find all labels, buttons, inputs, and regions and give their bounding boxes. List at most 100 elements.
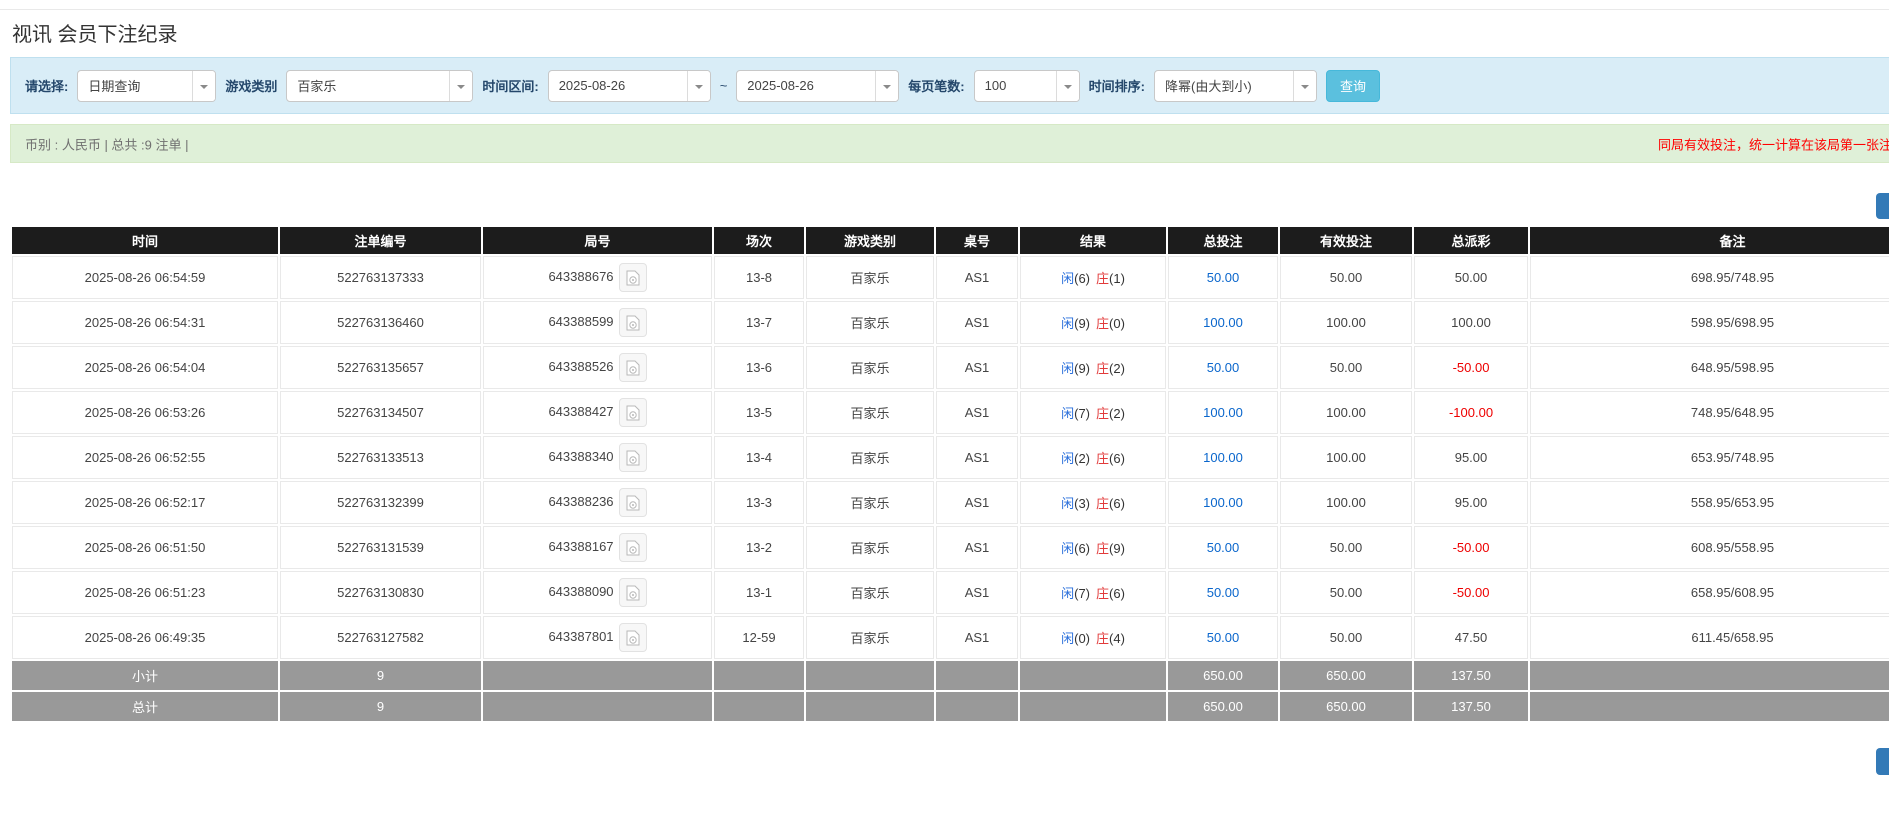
payout-value: -50.00 xyxy=(1453,360,1490,375)
result-player-count: (0) xyxy=(1074,631,1090,646)
video-replay-icon[interactable] xyxy=(619,623,647,652)
result-banker-label: 庄 xyxy=(1096,451,1109,466)
payout-value: 95.00 xyxy=(1455,450,1488,465)
result-player-count: (7) xyxy=(1074,586,1090,601)
cell-session: 13-3 xyxy=(714,481,804,524)
date-to-value: 2025-08-26 xyxy=(737,71,875,101)
cell-total-bet: 100.00 xyxy=(1168,436,1278,479)
cell-valid-bet: 100.00 xyxy=(1280,436,1412,479)
header-round-no: 局号 xyxy=(483,227,712,254)
payout-value: -50.00 xyxy=(1453,540,1490,555)
cell-table: AS1 xyxy=(936,436,1018,479)
cell-round-no: 643388236 xyxy=(483,481,712,524)
valid-bet-notice: 同局有效投注，统一计算在该局第一张注单内 xyxy=(1658,134,1889,153)
video-replay-icon[interactable] xyxy=(619,533,647,562)
time-sort-select[interactable]: 降幂(由大到小) xyxy=(1154,70,1317,102)
total-valid-bet: 650.00 xyxy=(1280,692,1412,721)
cell-valid-bet: 50.00 xyxy=(1280,346,1412,389)
cell-bet-no: 522763130830 xyxy=(280,571,481,614)
cell-remark: 611.45/658.95 xyxy=(1530,616,1889,659)
date-from-select[interactable]: 2025-08-26 xyxy=(548,70,711,102)
export-button-bottom[interactable] xyxy=(1876,748,1889,775)
chevron-down-icon[interactable] xyxy=(449,71,472,101)
cell-round-no: 643387801 xyxy=(483,616,712,659)
chevron-down-icon[interactable] xyxy=(687,71,710,101)
cell-table: AS1 xyxy=(936,571,1018,614)
video-replay-icon[interactable] xyxy=(619,488,647,517)
total-bet-link[interactable]: 50.00 xyxy=(1207,585,1240,600)
chevron-down-icon[interactable] xyxy=(1056,71,1079,101)
query-type-select[interactable]: 日期查询 xyxy=(77,70,216,102)
cell-total-bet: 50.00 xyxy=(1168,616,1278,659)
table-row: 2025-08-26 06:51:23 522763130830 6433880… xyxy=(12,571,1889,614)
result-player-count: (3) xyxy=(1074,496,1090,511)
video-replay-icon[interactable] xyxy=(619,308,647,337)
cell-payout: -50.00 xyxy=(1414,526,1528,569)
cell-game: 百家乐 xyxy=(806,301,934,344)
video-replay-icon[interactable] xyxy=(619,398,647,427)
cell-bet-no: 522763134507 xyxy=(280,391,481,434)
subtotal-count: 9 xyxy=(280,661,481,690)
cell-valid-bet: 100.00 xyxy=(1280,481,1412,524)
game-category-value: 百家乐 xyxy=(287,71,449,101)
video-replay-icon[interactable] xyxy=(619,578,647,607)
chevron-down-icon[interactable] xyxy=(875,71,898,101)
result-banker-label: 庄 xyxy=(1096,586,1109,601)
cell-bet-no: 522763133513 xyxy=(280,436,481,479)
result-player-label: 闲 xyxy=(1061,631,1074,646)
header-time: 时间 xyxy=(12,227,278,254)
total-bet-link[interactable]: 100.00 xyxy=(1203,405,1243,420)
video-replay-icon[interactable] xyxy=(619,443,647,472)
cell-time: 2025-08-26 06:49:35 xyxy=(12,616,278,659)
video-replay-icon[interactable] xyxy=(619,263,647,292)
cell-result: 闲(0)庄(4) xyxy=(1020,616,1166,659)
search-button[interactable]: 查询 xyxy=(1326,70,1380,102)
query-type-label: 请选择: xyxy=(25,76,68,95)
table-header-row: 时间 注单编号 局号 场次 游戏类别 桌号 结果 总投注 有效投注 总派彩 备注 xyxy=(12,227,1889,254)
cell-payout: -50.00 xyxy=(1414,346,1528,389)
result-player-label: 闲 xyxy=(1061,451,1074,466)
total-bet-link[interactable]: 50.00 xyxy=(1207,630,1240,645)
cell-valid-bet: 100.00 xyxy=(1280,301,1412,344)
date-to-select[interactable]: 2025-08-26 xyxy=(736,70,899,102)
cell-game: 百家乐 xyxy=(806,256,934,299)
total-bet-link[interactable]: 100.00 xyxy=(1203,450,1243,465)
total-bet-link[interactable]: 50.00 xyxy=(1207,360,1240,375)
cell-bet-no: 522763131539 xyxy=(280,526,481,569)
cell-round-no: 643388427 xyxy=(483,391,712,434)
cell-valid-bet: 50.00 xyxy=(1280,616,1412,659)
result-banker-label: 庄 xyxy=(1096,361,1109,376)
cell-game: 百家乐 xyxy=(806,391,934,434)
cell-session: 13-7 xyxy=(714,301,804,344)
cell-bet-no: 522763136460 xyxy=(280,301,481,344)
payout-value: 95.00 xyxy=(1455,495,1488,510)
cell-game: 百家乐 xyxy=(806,526,934,569)
chevron-down-icon[interactable] xyxy=(192,71,215,101)
export-button-top[interactable] xyxy=(1876,193,1889,219)
query-type-value: 日期查询 xyxy=(78,71,192,101)
cell-session: 13-4 xyxy=(714,436,804,479)
video-replay-icon[interactable] xyxy=(619,353,647,382)
cell-round-no: 643388090 xyxy=(483,571,712,614)
page-size-select[interactable]: 100 xyxy=(974,70,1080,102)
total-bet-link[interactable]: 50.00 xyxy=(1207,270,1240,285)
cell-payout: 95.00 xyxy=(1414,436,1528,479)
game-category-select[interactable]: 百家乐 xyxy=(286,70,473,102)
cell-game: 百家乐 xyxy=(806,481,934,524)
cell-table: AS1 xyxy=(936,301,1018,344)
cell-round-no: 643388340 xyxy=(483,436,712,479)
total-bet-link[interactable]: 100.00 xyxy=(1203,315,1243,330)
total-bet-link[interactable]: 50.00 xyxy=(1207,540,1240,555)
cell-time: 2025-08-26 06:52:55 xyxy=(12,436,278,479)
chevron-down-icon[interactable] xyxy=(1293,71,1316,101)
result-player-count: (6) xyxy=(1074,541,1090,556)
page-size-value: 100 xyxy=(975,71,1056,101)
currency-summary-text: 币别 : 人民币 | 总共 :9 注单 | xyxy=(25,134,189,153)
top-divider xyxy=(0,9,1889,10)
date-from-value: 2025-08-26 xyxy=(549,71,687,101)
total-bet-link[interactable]: 100.00 xyxy=(1203,495,1243,510)
subtotal-label: 小计 xyxy=(12,661,278,690)
total-row: 总计 9 650.00 650.00 137.50 xyxy=(12,692,1889,721)
cell-game: 百家乐 xyxy=(806,571,934,614)
header-total-bet: 总投注 xyxy=(1168,227,1278,254)
